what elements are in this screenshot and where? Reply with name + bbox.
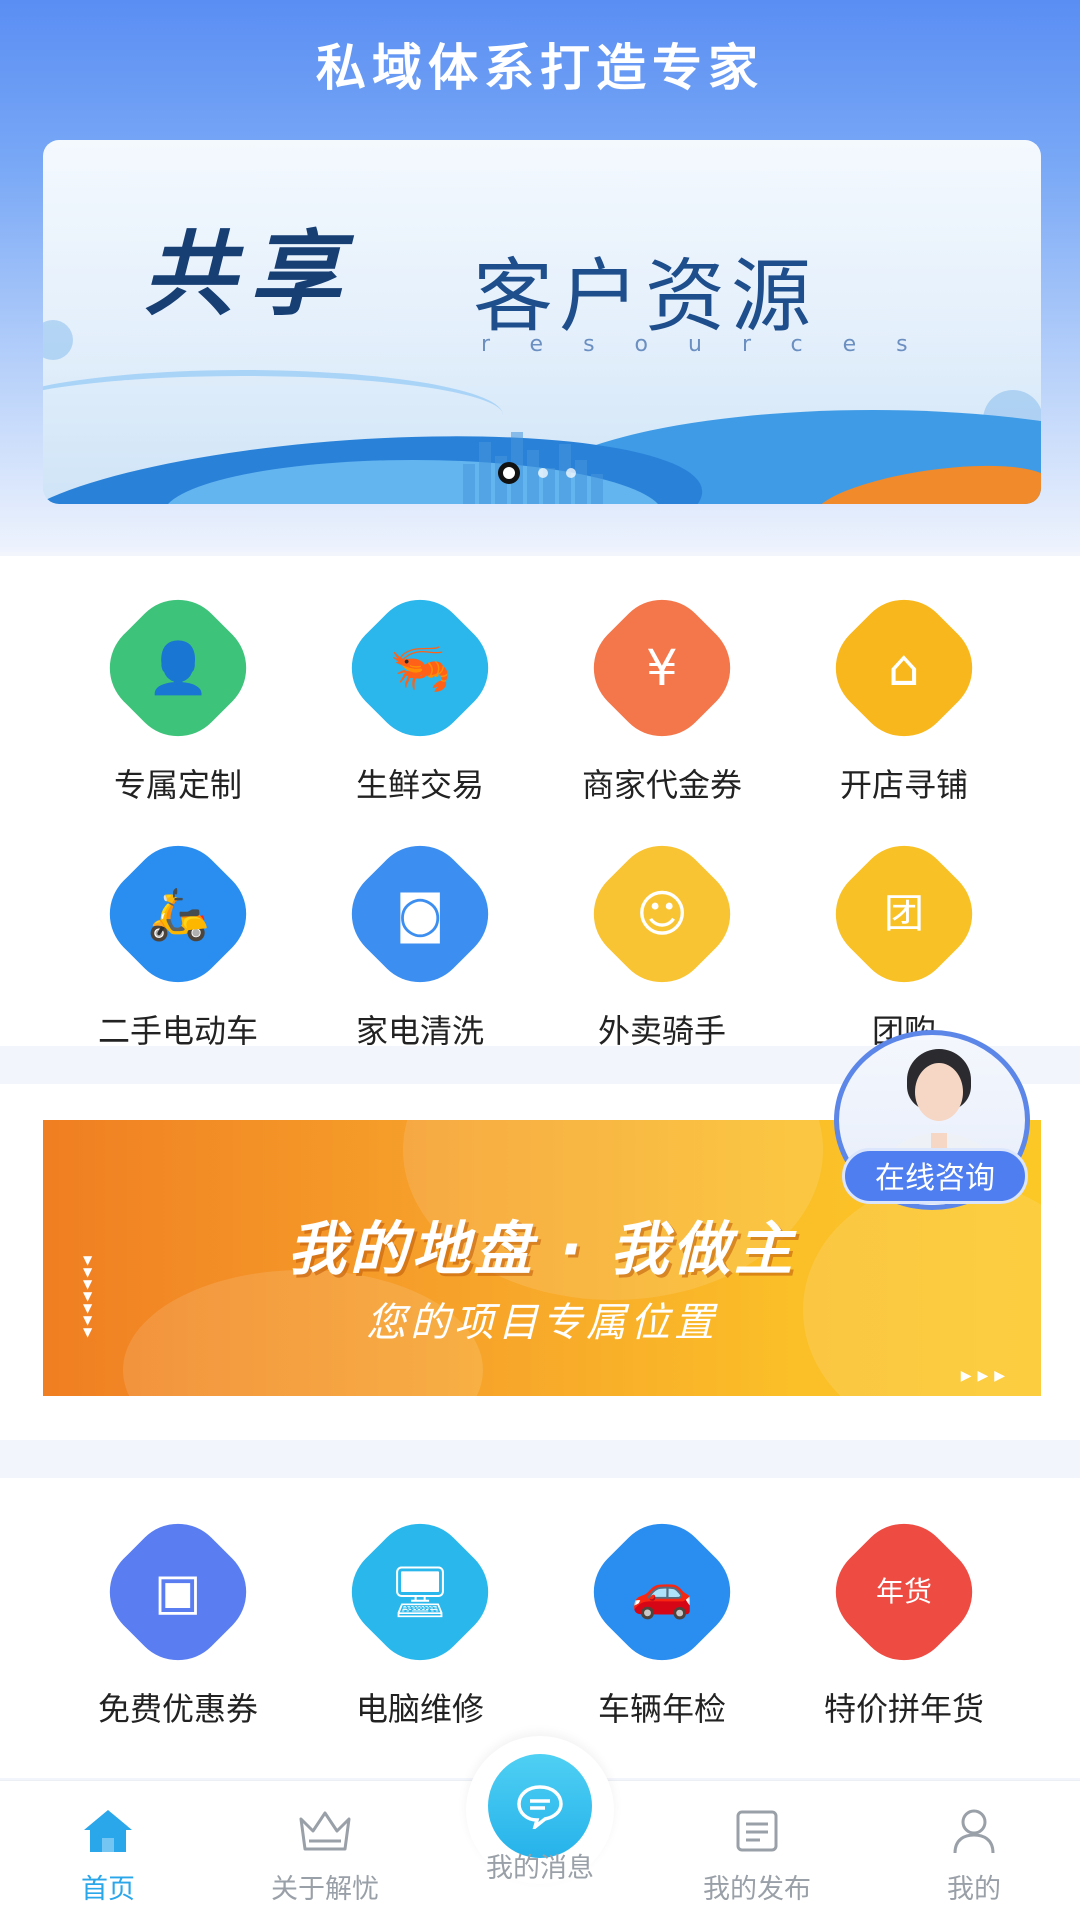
banner-script-text: 共享 <box>143 220 356 328</box>
car-inspection-icon: 🚗 <box>574 1504 750 1680</box>
tab-label: 关于解忧 <box>271 1874 379 1905</box>
service-grid-bottom: ▣ 免费优惠券 🖥 电脑维修 🚗 车辆年检 年货 特价拼年货 <box>0 1478 1080 1778</box>
carousel-indicator[interactable] <box>498 462 576 484</box>
grid-item-fresh-trade[interactable]: 🦐 生鲜交易 <box>300 580 540 806</box>
promo-arrow-decoration: ▶▶▶ <box>960 1368 1011 1384</box>
carousel-dot[interactable] <box>566 468 576 478</box>
user-icon <box>884 1805 1064 1857</box>
carousel-dot[interactable] <box>538 468 548 478</box>
grid-item-voucher[interactable]: ¥ 商家代金券 <box>542 580 782 806</box>
tab-messages-label[interactable]: 我的消息 <box>450 1846 630 1885</box>
service-grid-top: 👤 专属定制 🦐 生鲜交易 ¥ 商家代金券 ⌂ 开店寻铺 🛵 二手电动车 ◙ 家… <box>0 556 1080 1050</box>
grid-item-label: 二手电动车 <box>97 1012 258 1050</box>
page-title: 私域体系打造专家 <box>316 39 764 97</box>
shopping-bag-icon: 团 <box>816 826 992 1002</box>
grid-item-label: 特价拼年货 <box>823 1690 984 1728</box>
grid-item-label: 外卖骑手 <box>597 1012 726 1050</box>
tab-label: 首页 <box>81 1874 135 1905</box>
city-skyline <box>463 464 475 504</box>
online-consult-label[interactable]: 在线咨询 <box>842 1148 1028 1204</box>
grid-item-label: 开店寻铺 <box>839 766 968 804</box>
grid-item-label: 电脑维修 <box>355 1690 484 1728</box>
banner-sub-text: resources <box>481 332 948 357</box>
grid-item-vehicle-inspection[interactable]: 🚗 车辆年检 <box>542 1504 782 1730</box>
city-skyline <box>479 442 491 504</box>
tab-label: 我的 <box>947 1874 1001 1905</box>
grid-item-appliance-cleaning[interactable]: ◙ 家电清洗 <box>300 826 540 1052</box>
chat-bubble-icon <box>488 1754 592 1858</box>
online-consult-button[interactable]: 在线咨询 <box>834 1030 1034 1215</box>
avatar-figure <box>915 1063 963 1121</box>
home-icon <box>18 1805 198 1857</box>
banner-decoration <box>43 320 73 360</box>
delivery-rider-icon: ☺ <box>574 826 750 1002</box>
grid-item-label: 家电清洗 <box>355 1012 484 1050</box>
grid-item-exclusive-custom[interactable]: 👤 专属定制 <box>58 580 298 806</box>
tab-mine[interactable]: 我的 <box>884 1805 1064 1906</box>
grid-item-label: 生鲜交易 <box>355 766 484 804</box>
grid-item-new-year-goods[interactable]: 年货 特价拼年货 <box>784 1504 1024 1730</box>
grid-item-label: 免费优惠券 <box>97 1690 258 1728</box>
tab-my-posts[interactable]: 我的发布 <box>667 1805 847 1906</box>
tab-home[interactable]: 首页 <box>18 1805 198 1906</box>
crown-icon <box>235 1805 415 1857</box>
promo-subtitle: 您的项目专属位置 <box>366 1300 718 1346</box>
tab-label: 我的发布 <box>703 1874 811 1905</box>
customer-service-person-icon: 👤 <box>90 580 266 756</box>
washing-machine-icon: ◙ <box>332 826 508 1002</box>
city-skyline <box>575 460 587 504</box>
grid-item-label: 商家代金券 <box>581 766 742 804</box>
computer-repair-icon: 🖥 <box>332 1504 508 1680</box>
grid-item-shop-finder[interactable]: ⌂ 开店寻铺 <box>784 580 1024 806</box>
grid-item-used-ebike[interactable]: 🛵 二手电动车 <box>58 826 298 1052</box>
grid-item-computer-repair[interactable]: 🖥 电脑维修 <box>300 1504 540 1730</box>
shrimp-icon: 🦐 <box>332 580 508 756</box>
scooter-icon: 🛵 <box>90 826 266 1002</box>
voucher-icon: ¥ <box>574 580 750 756</box>
document-list-icon <box>667 1805 847 1857</box>
banner-main-text: 客户资源 <box>473 250 817 343</box>
grid-item-label: 车辆年检 <box>597 1690 726 1728</box>
carousel-dot-active[interactable] <box>498 462 520 484</box>
gift-box-icon: ▣ <box>90 1504 266 1680</box>
tab-about[interactable]: 关于解忧 <box>235 1805 415 1906</box>
new-year-goods-bag-icon: 年货 <box>816 1504 992 1680</box>
grid-item-free-coupon[interactable]: ▣ 免费优惠券 <box>58 1504 298 1730</box>
banner-carousel[interactable]: 共享 客户资源 resources <box>43 140 1041 504</box>
grid-item-group-buy[interactable]: 团 团购 <box>784 826 1024 1052</box>
shop-icon: ⌂ <box>816 580 992 756</box>
city-skyline <box>591 474 603 504</box>
grid-item-label: 专属定制 <box>113 766 242 804</box>
grid-item-delivery-rider[interactable]: ☺ 外卖骑手 <box>542 826 782 1052</box>
